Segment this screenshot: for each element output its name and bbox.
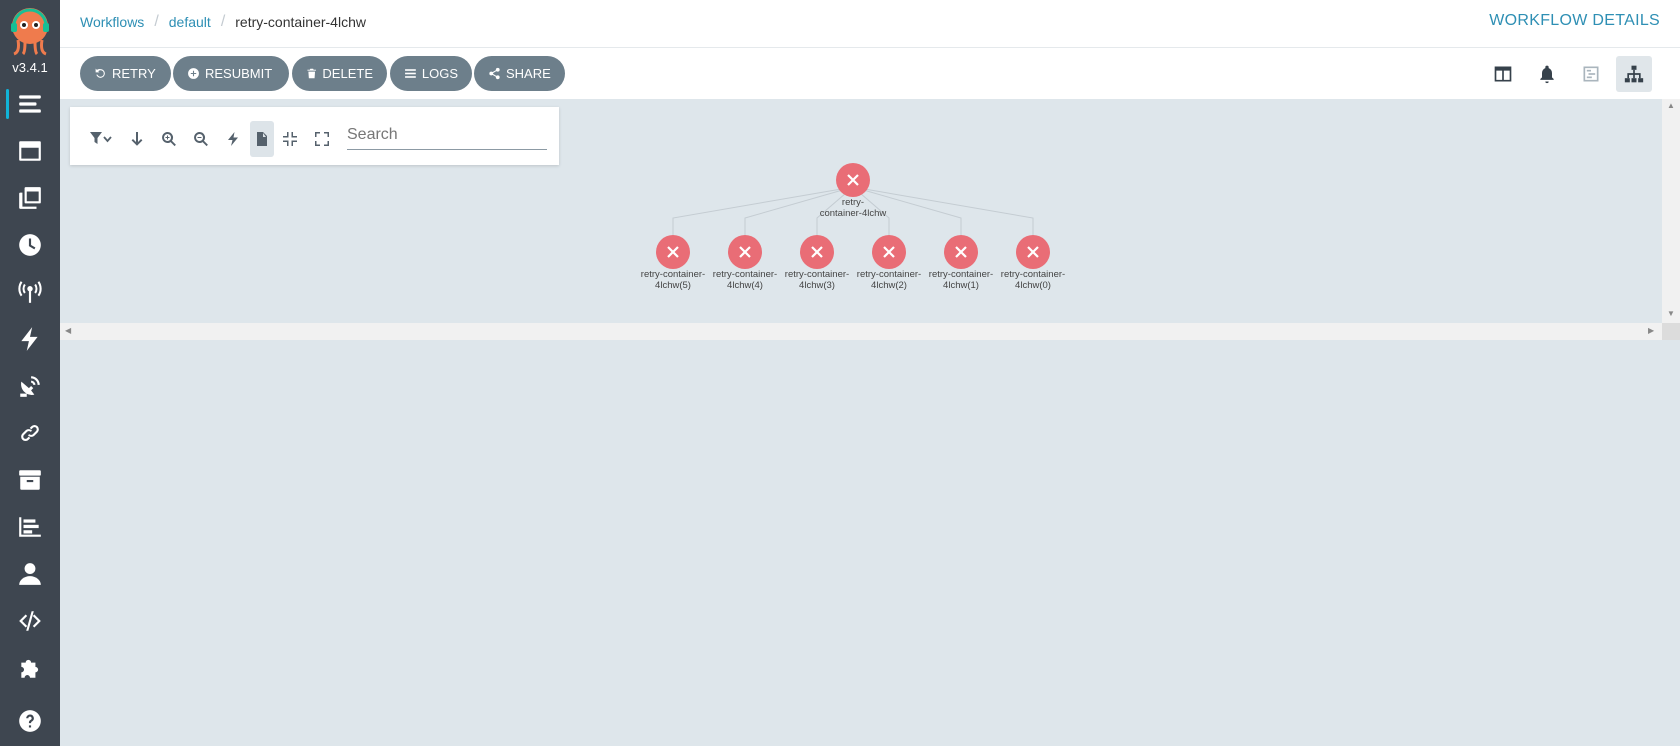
sidebar-item-archived-workflows[interactable] <box>0 457 60 503</box>
bolt-icon <box>228 132 238 146</box>
times-icon <box>847 174 859 186</box>
graph-node-child[interactable] <box>656 235 690 269</box>
node-label-line: container-4lchw <box>819 208 887 219</box>
zoom-in-button[interactable] <box>157 121 181 157</box>
graph-search-input[interactable] <box>347 120 547 150</box>
sidebar-item-help[interactable] <box>0 698 60 744</box>
filter-dropdown-button[interactable] <box>84 121 118 157</box>
node-label-line: 4lchw(0) <box>1015 280 1051 291</box>
compress-button[interactable] <box>278 121 302 157</box>
graph-node-child[interactable] <box>944 235 978 269</box>
expand-icon <box>315 132 329 146</box>
compress-icon <box>283 132 297 146</box>
graph-node-root[interactable] <box>836 163 870 197</box>
node-label-line: retry- <box>841 197 865 208</box>
graph-node-child-label: retry-container- 4lchw(5) <box>633 269 713 291</box>
graph-node-child-label: retry-container- 4lchw(3) <box>777 269 857 291</box>
sidebar-item-plugins[interactable] <box>0 645 60 691</box>
sidebar-item-links[interactable] <box>0 410 60 456</box>
user-icon <box>19 563 41 585</box>
filter-icon <box>90 132 112 144</box>
sidebar-item-api-docs[interactable] <box>0 598 60 644</box>
chart-bar-icon <box>19 517 41 537</box>
arrow-down-button[interactable] <box>125 121 149 157</box>
code-icon <box>19 611 41 631</box>
graph-node-child[interactable] <box>800 235 834 269</box>
graph-node-child[interactable] <box>728 235 762 269</box>
graph-node-child-label: retry-container- 4lchw(1) <box>921 269 1001 291</box>
graph-node-child-label: retry-container- 4lchw(4) <box>705 269 785 291</box>
puzzle-piece-icon <box>21 659 39 678</box>
file-icon <box>257 132 267 146</box>
vertical-scrollbar[interactable]: ▲ ▼ <box>1662 99 1680 323</box>
graph-node-child[interactable] <box>872 235 906 269</box>
times-icon <box>811 246 823 258</box>
node-label-line: retry-container- <box>928 269 994 280</box>
fast-mode-button[interactable] <box>221 121 245 157</box>
scroll-corner <box>1662 323 1680 340</box>
zoom-out-button[interactable] <box>189 121 213 157</box>
expand-button[interactable] <box>310 121 334 157</box>
zoom-out-icon <box>194 132 208 147</box>
scroll-up-arrow-icon[interactable]: ▲ <box>1667 101 1675 110</box>
times-icon <box>955 246 967 258</box>
times-icon <box>883 246 895 258</box>
question-circle-icon <box>19 710 41 732</box>
times-icon <box>1027 246 1039 258</box>
node-label-line: retry-container- <box>784 269 850 280</box>
node-label-line: 4lchw(5) <box>655 280 691 291</box>
sidebar-item-event-flow[interactable] <box>0 363 60 409</box>
node-label-line: 4lchw(4) <box>727 280 763 291</box>
link-icon <box>21 425 39 441</box>
sidebar-item-reports[interactable] <box>0 504 60 550</box>
node-label-line: retry-container- <box>640 269 706 280</box>
node-label-line: 4lchw(2) <box>871 280 907 291</box>
scroll-down-arrow-icon[interactable]: ▼ <box>1667 309 1675 318</box>
node-label-line: 4lchw(3) <box>799 280 835 291</box>
times-icon <box>739 246 751 258</box>
scroll-left-arrow-icon[interactable]: ◀ <box>65 326 71 335</box>
graph-node-child[interactable] <box>1016 235 1050 269</box>
horizontal-scrollbar[interactable]: ◀ ▶ <box>60 323 1662 340</box>
graph-node-child-label: retry-container- 4lchw(0) <box>993 269 1073 291</box>
node-label-line: retry-container- <box>712 269 778 280</box>
scroll-right-arrow-icon[interactable]: ▶ <box>1648 326 1654 335</box>
arrow-down-icon <box>131 132 143 146</box>
satellite-dish-icon <box>20 376 40 397</box>
sidebar-item-user[interactable] <box>0 551 60 597</box>
graph-toolbar <box>70 107 559 165</box>
graph-node-child-label: retry-container- 4lchw(2) <box>849 269 929 291</box>
node-label-line: retry-container- <box>856 269 922 280</box>
zoom-in-icon <box>162 132 176 147</box>
times-icon <box>667 246 679 258</box>
archive-icon <box>19 470 41 490</box>
node-label-line: retry-container- <box>1000 269 1066 280</box>
artifacts-toggle-button[interactable] <box>250 121 274 157</box>
node-label-line: 4lchw(1) <box>943 280 979 291</box>
graph-node-root-label: retry- container-4lchw <box>813 197 893 219</box>
